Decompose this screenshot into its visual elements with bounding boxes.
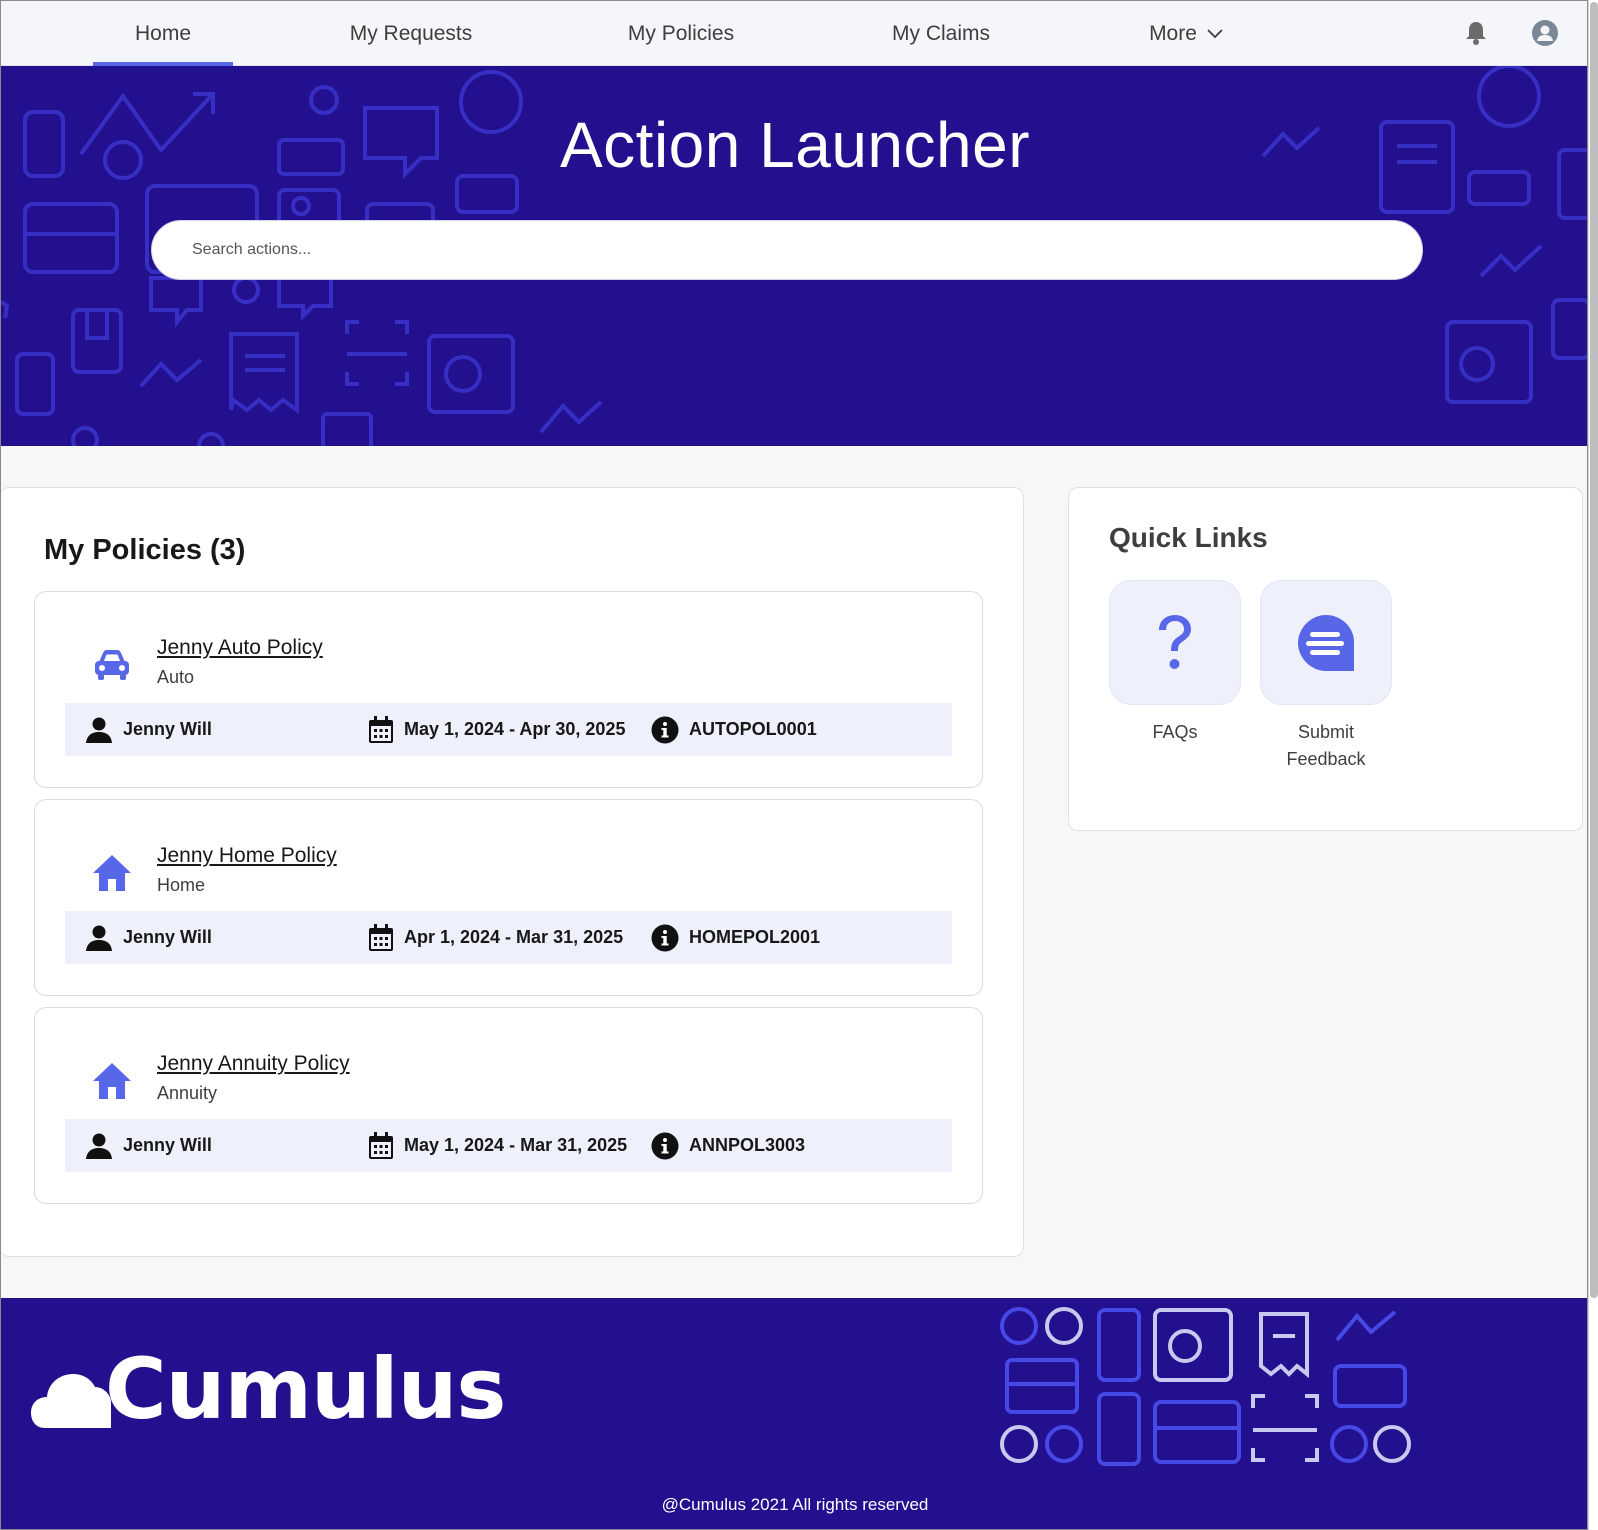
nav-tab-more[interactable]: More (1131, 1, 1241, 66)
search-actions-input[interactable] (151, 220, 1423, 280)
policy-dates: May 1, 2024 - Apr 30, 2025 (368, 703, 625, 756)
nav-tab-my-claims[interactable]: My Claims (861, 1, 1021, 66)
info-icon (651, 924, 679, 951)
scrollbar-thumb[interactable] (1590, 2, 1598, 1298)
policy-name-link[interactable]: Jenny Home Policy (157, 844, 337, 868)
chevron-down-icon (1207, 28, 1223, 38)
my-policies-card: My Policies (3) Jenny Auto Policy Auto J… (1, 487, 1024, 1257)
info-icon (651, 716, 679, 743)
app-window: Home My Requests My Policies My Claims M… (0, 0, 1588, 1530)
copyright-text: @Cumulus 2021 All rights reserved (661, 1495, 929, 1514)
calendar-icon (369, 1131, 393, 1159)
quick-link-faqs[interactable]: FAQs (1109, 580, 1241, 746)
quick-links-heading: Quick Links (1109, 522, 1268, 553)
page-title: Action Launcher (559, 109, 1031, 181)
footer: Cumulus @Cumulus 2021 All rights reserve… (1, 1298, 1587, 1529)
policy-card-auto: Jenny Auto Policy Auto Jenny Will May 1,… (34, 591, 983, 788)
policy-dates: May 1, 2024 - Mar 31, 2025 (368, 1119, 627, 1172)
person-icon (86, 717, 112, 743)
policy-details-bar: Jenny Will May 1, 2024 - Mar 31, 2025 AN… (65, 1119, 952, 1172)
policy-number: AUTOPOL0001 (651, 703, 817, 756)
question-icon (1159, 614, 1191, 669)
policy-card-annuity: Jenny Annuity Policy Annuity Jenny Will … (34, 1007, 983, 1204)
cumulus-logo-cloud (31, 1374, 111, 1428)
policy-name-link[interactable]: Jenny Auto Policy (157, 636, 323, 660)
nav-tab-my-policies[interactable]: My Policies (601, 1, 761, 66)
user-avatar-icon[interactable] (1531, 19, 1559, 47)
policy-dates: Apr 1, 2024 - Mar 31, 2025 (368, 911, 623, 964)
my-policies-heading: My Policies (3) (44, 534, 246, 566)
info-icon (651, 1132, 679, 1159)
nav-tab-my-requests[interactable]: My Requests (331, 1, 491, 66)
policy-card-home: Jenny Home Policy Home Jenny Will Apr 1,… (34, 799, 983, 996)
policy-details-bar: Jenny Will May 1, 2024 - Apr 30, 2025 AU… (65, 703, 952, 756)
calendar-icon (369, 923, 393, 951)
bell-icon[interactable] (1462, 19, 1490, 47)
policy-type: Annuity (157, 1083, 218, 1103)
calendar-icon (369, 715, 393, 743)
top-navigation: Home My Requests My Policies My Claims M… (1, 1, 1587, 66)
quick-links-card: Quick Links FAQs Submit Feedback (1068, 487, 1583, 831)
scrollbar[interactable] (1588, 0, 1598, 1530)
hero-banner: Action Launcher (1, 66, 1587, 446)
policy-number: ANNPOL3003 (651, 1119, 805, 1172)
quick-link-label: Submit Feedback (1286, 722, 1366, 769)
home-icon (93, 855, 131, 891)
policy-holder: Jenny Will (85, 1119, 212, 1172)
policy-holder: Jenny Will (85, 703, 212, 756)
nav-tab-home[interactable]: Home (93, 1, 233, 66)
policy-holder: Jenny Will (85, 911, 212, 964)
chat-icon (1298, 614, 1354, 671)
person-icon (86, 925, 112, 951)
policy-name-link[interactable]: Jenny Annuity Policy (157, 1052, 350, 1076)
cumulus-logo-text: Cumulus (105, 1340, 506, 1438)
home-icon (93, 1063, 131, 1099)
quick-link-submit-feedback[interactable]: Submit Feedback (1260, 580, 1392, 773)
person-icon (86, 1133, 112, 1159)
policy-type: Home (157, 875, 206, 895)
quick-link-label: FAQs (1152, 722, 1198, 742)
policy-details-bar: Jenny Will Apr 1, 2024 - Mar 31, 2025 HO… (65, 911, 952, 964)
policy-number: HOMEPOL2001 (651, 911, 820, 964)
car-icon (95, 650, 129, 680)
policy-type: Auto (157, 667, 195, 687)
